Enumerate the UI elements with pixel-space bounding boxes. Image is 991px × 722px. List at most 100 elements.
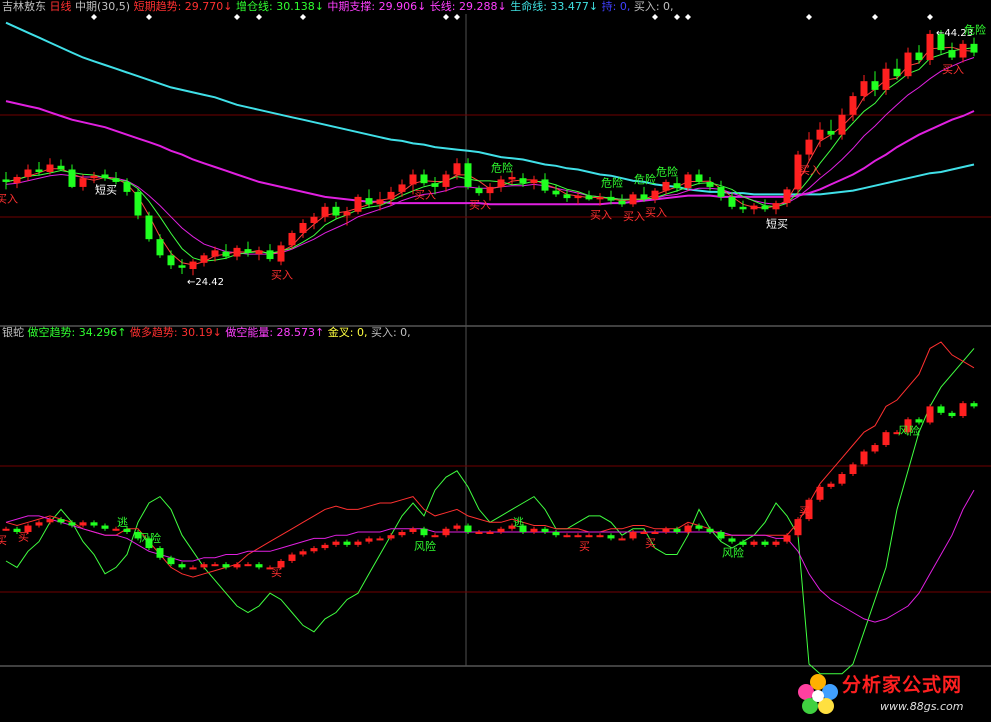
sub-candle-body	[574, 535, 582, 538]
period-label: 日线	[49, 0, 72, 13]
sub-candle-body	[497, 528, 505, 532]
main-signal-label: 买入	[271, 268, 293, 281]
sub-candle-body	[442, 528, 450, 536]
candle-body	[299, 222, 307, 233]
candle-body	[915, 52, 923, 61]
candle-body	[860, 81, 868, 97]
sub-signal-label: 风险	[722, 546, 744, 560]
candle-body	[332, 206, 340, 216]
sub-candle-body	[585, 535, 593, 538]
sub-signal-label: 风险	[139, 531, 161, 545]
candle-body	[739, 206, 747, 210]
sub-candle-body	[167, 557, 175, 565]
sub-candle-body	[717, 531, 725, 539]
candle-body	[68, 169, 76, 187]
candle-body	[189, 261, 197, 270]
main-signal-label: 危险	[601, 176, 623, 190]
main-signal-label: 买入	[942, 63, 964, 76]
sub-signal-label: 逃	[513, 516, 524, 529]
sub-series-2	[5, 489, 975, 623]
legend-top-item-6: 买入: 0,	[630, 0, 674, 13]
main-signal-label: 买入	[590, 209, 612, 222]
candle-body	[673, 183, 681, 189]
candle-body	[13, 176, 21, 184]
candle-body	[552, 190, 560, 195]
legend-bot-item-1: 做多趋势: 30.19↓	[126, 326, 222, 339]
sub-legend: 银蛇 做空趋势: 34.296↑ 做多趋势: 30.19↓ 做空能量: 28.5…	[2, 326, 411, 342]
candle-body	[398, 184, 406, 192]
sub-candle-body	[365, 538, 373, 542]
candle-body	[211, 250, 219, 257]
sub-candle-body	[640, 531, 648, 534]
candle-body	[519, 178, 527, 184]
sub-series-0	[5, 348, 975, 675]
sub-candle-body	[453, 525, 461, 529]
main-series-0	[5, 21, 975, 196]
sub-candle-body	[794, 519, 802, 536]
sub-candle-body	[244, 564, 252, 567]
signal-diamond-icon	[872, 14, 878, 20]
sub-candle-body	[684, 525, 692, 532]
sub-candle-body	[200, 564, 208, 568]
signal-diamond-icon	[685, 14, 691, 20]
candle-body	[453, 163, 461, 175]
sub-candle-body	[816, 486, 824, 500]
legend-bot-item-4: 买入: 0,	[367, 326, 411, 339]
sub-candle-body	[310, 548, 318, 552]
sub-candle-body	[156, 548, 164, 558]
legend-items: 做空趋势: 34.296↑ 做多趋势: 30.19↓ 做空能量: 28.573↑…	[28, 326, 411, 339]
candle-body	[233, 247, 241, 257]
stock-chart[interactable]: ←44.23←24.42买入短买买入买入买入危险买入危险买入危险危险买入短买买入…	[0, 0, 991, 722]
sub-candle-body	[354, 541, 362, 545]
candle-body	[640, 194, 648, 200]
candle-body	[354, 196, 362, 212]
candle-body	[167, 255, 175, 266]
candle-body	[596, 196, 604, 200]
sub-candle-body	[288, 554, 296, 561]
candle-body	[156, 239, 164, 256]
sub-candle-body	[651, 531, 659, 534]
sub-candle-body	[970, 403, 978, 407]
legend-top-item-1: 增仓线: 30.138↓	[232, 0, 324, 13]
sub-candle-body	[486, 531, 494, 534]
sub-candle-body	[750, 541, 758, 545]
candle-body	[948, 50, 956, 58]
candle-body	[970, 43, 978, 53]
sub-candle-body	[629, 531, 637, 539]
sub-candle-body	[882, 432, 890, 446]
candle-body	[200, 255, 208, 263]
candle-body	[695, 174, 703, 182]
sub-candle-body	[68, 522, 76, 526]
main-signal-label: 危险	[964, 23, 986, 37]
sub-candle-body	[233, 564, 241, 568]
sub-candle-body	[695, 525, 703, 529]
sub-candle-body	[728, 538, 736, 542]
candle-body	[365, 198, 373, 205]
candle-body	[387, 191, 395, 200]
indicator-name: 中期(30,5)	[75, 0, 131, 13]
candle-body	[134, 191, 142, 216]
candle-body	[651, 190, 659, 200]
sub-signal-label: 买	[271, 566, 282, 579]
sub-candle-body	[948, 412, 956, 417]
low-price-label: ←24.42	[187, 277, 224, 288]
candle-body	[728, 196, 736, 207]
sub-candle-body	[673, 528, 681, 532]
sub-signal-label: 风险	[414, 539, 436, 553]
candle-body	[420, 174, 428, 184]
sub-candle-body	[475, 531, 483, 534]
watermark-url: www.88gs.com	[880, 700, 964, 713]
sub-candle-body	[563, 535, 571, 538]
main-signal-label: 买入	[623, 210, 645, 223]
candle-body	[772, 203, 780, 210]
sub-candle-body	[596, 535, 604, 538]
candle-body	[827, 130, 835, 135]
legend-bot-item-3: 金叉: 0,	[324, 326, 368, 339]
legend-top-item-5: 持: 0,	[598, 0, 631, 13]
main-signal-label: 买入	[469, 199, 491, 212]
sub-candle-body	[409, 528, 417, 532]
candle-body	[475, 188, 483, 194]
candle-body	[321, 206, 329, 217]
candle-body	[838, 114, 846, 135]
candle-body	[2, 179, 10, 182]
